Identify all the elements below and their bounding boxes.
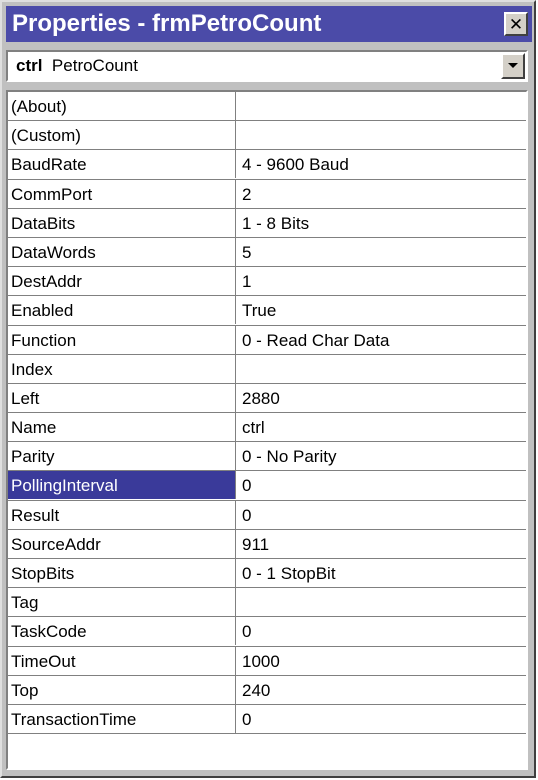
property-value[interactable]: 0 — [238, 617, 526, 645]
property-row[interactable]: BaudRate 4 - 9600 Baud — [8, 150, 526, 180]
window-title: Properties - frmPetroCount — [12, 10, 322, 37]
property-name[interactable]: Parity — [8, 442, 236, 471]
property-name[interactable]: SourceAddr — [8, 529, 236, 558]
property-row[interactable]: Index — [8, 354, 526, 384]
property-name[interactable]: (Custom) — [8, 121, 236, 150]
object-type: PetroCount — [51, 56, 138, 75]
property-value[interactable] — [238, 121, 526, 149]
property-value[interactable]: ctrl — [238, 413, 526, 441]
property-name[interactable]: Name — [8, 413, 236, 442]
property-row[interactable]: Left 2880 — [8, 383, 526, 414]
title-bar[interactable]: Properties - frmPetroCount ✕ — [6, 6, 532, 42]
property-value[interactable]: True — [238, 296, 526, 324]
property-value[interactable] — [238, 588, 526, 616]
property-name[interactable]: (About) — [8, 92, 236, 120]
property-row[interactable]: SourceAddr 911 — [8, 529, 526, 559]
object-selector-dropdown[interactable]: ctrl PetroCount — [6, 50, 528, 82]
property-value[interactable]: 0 - No Parity — [238, 442, 526, 470]
property-grid-rows: (About) (Custom) BaudRate 4 - 9600 Baud Comm… — [8, 92, 526, 735]
property-name[interactable]: TaskCode — [8, 617, 236, 646]
property-value[interactable]: 240 — [238, 676, 526, 704]
object-name: ctrl — [16, 56, 43, 75]
dropdown-button[interactable] — [501, 53, 525, 79]
property-name[interactable]: Index — [8, 354, 236, 383]
property-name[interactable]: Top — [8, 675, 236, 704]
property-row[interactable]: DataBits 1 - 8 Bits — [8, 208, 526, 238]
property-row[interactable]: TransactionTime 0 — [8, 704, 526, 735]
property-row[interactable]: Function 0 - Read Char Data — [8, 325, 526, 355]
property-value[interactable]: 0 — [238, 501, 526, 529]
property-name[interactable]: DestAddr — [8, 267, 236, 296]
property-value[interactable] — [238, 355, 526, 383]
property-row[interactable]: StopBits 0 - 1 StopBit — [8, 559, 526, 589]
close-icon: ✕ — [508, 14, 524, 34]
property-value[interactable]: 0 - Read Char Data — [238, 326, 526, 354]
property-value[interactable]: 2880 — [238, 384, 526, 412]
close-button[interactable]: ✕ — [504, 12, 528, 36]
property-name[interactable]: StopBits — [8, 559, 236, 587]
property-name[interactable]: PollingInterval — [8, 471, 236, 500]
property-name[interactable]: TimeOut — [8, 646, 236, 675]
property-row[interactable]: Tag — [8, 588, 526, 618]
property-value[interactable]: 0 — [238, 705, 526, 733]
property-value[interactable]: 4 - 9600 Baud — [238, 150, 526, 178]
property-row[interactable]: PollingInterval 0 — [8, 471, 526, 501]
property-name[interactable]: TransactionTime — [8, 704, 236, 733]
property-value[interactable]: 1 — [238, 267, 526, 295]
property-name[interactable]: Tag — [8, 588, 236, 617]
property-row[interactable]: TimeOut 1000 — [8, 646, 526, 676]
property-row[interactable]: Enabled True — [8, 296, 526, 326]
property-value[interactable]: 0 - 1 StopBit — [238, 559, 526, 587]
property-name[interactable]: BaudRate — [8, 150, 236, 179]
property-name[interactable]: Left — [8, 383, 236, 412]
property-row[interactable]: TaskCode 0 — [8, 617, 526, 647]
property-row[interactable]: Name ctrl — [8, 413, 526, 443]
property-value[interactable] — [238, 92, 526, 120]
property-value[interactable]: 1000 — [238, 647, 526, 675]
property-row[interactable]: (Custom) — [8, 121, 526, 151]
property-row[interactable]: DataWords 5 — [8, 237, 526, 268]
property-row[interactable]: CommPort 2 — [8, 179, 526, 209]
property-row[interactable]: DestAddr 1 — [8, 267, 526, 297]
property-name[interactable]: Function — [8, 325, 236, 354]
property-value[interactable]: 911 — [238, 530, 526, 558]
property-name[interactable]: Enabled — [8, 296, 236, 325]
property-value[interactable]: 2 — [238, 180, 526, 208]
property-row[interactable]: Parity 0 - No Parity — [8, 442, 526, 472]
property-value[interactable]: 1 - 8 Bits — [238, 209, 526, 237]
property-value[interactable]: 5 — [238, 238, 526, 266]
property-row[interactable]: Result 0 — [8, 500, 526, 530]
property-name[interactable]: DataWords — [8, 237, 236, 266]
property-name[interactable]: DataBits — [8, 208, 236, 237]
chevron-down-icon — [508, 63, 518, 68]
property-value[interactable]: 0 — [238, 471, 526, 499]
property-name[interactable]: CommPort — [8, 179, 236, 208]
property-row[interactable]: (About) — [8, 92, 526, 122]
property-row[interactable]: Top 240 — [8, 675, 526, 705]
property-name[interactable]: Result — [8, 500, 236, 529]
